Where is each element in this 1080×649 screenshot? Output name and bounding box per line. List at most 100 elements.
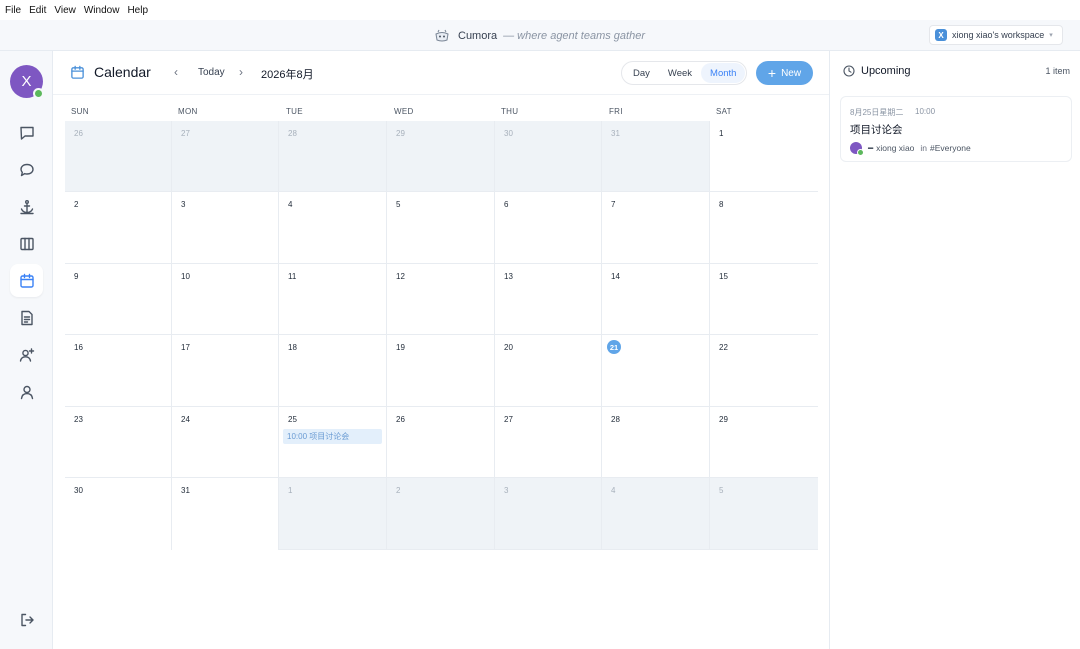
view-day-button[interactable]: Day [624,63,659,83]
day-cell[interactable]: 4 [602,478,710,550]
day-cell[interactable]: 4 [279,192,387,264]
day-cell[interactable]: 1 [279,478,387,550]
app-tagline: — where agent teams gather [503,29,645,42]
day-cell[interactable]: 10 [172,264,279,335]
weekday-sat: SAT [716,107,732,116]
day-cell[interactable]: 2 [65,192,172,264]
menu-window[interactable]: Window [84,5,120,16]
day-cell[interactable]: 5 [387,192,495,264]
day-cell[interactable]: 24 [172,407,279,478]
day-number: 29 [719,415,728,424]
day-number: 1 [288,486,293,495]
day-cell[interactable]: 26 [387,407,495,478]
view-week-button[interactable]: Week [659,63,701,83]
day-cell[interactable]: 29 [387,121,495,192]
app-title: Cumora — where agent teams gather [434,20,645,51]
rail-profile[interactable] [10,375,43,408]
day-number: 25 [288,415,297,424]
new-event-button[interactable]: + New [756,61,813,85]
weekday-wed: WED [394,107,414,116]
rail-anchor[interactable] [10,190,43,223]
day-cell[interactable]: 27 [172,121,279,192]
day-number: 28 [288,129,297,138]
day-cell[interactable]: 6 [495,192,602,264]
day-cell[interactable]: 21 [602,335,710,407]
menu-file[interactable]: File [5,5,21,16]
day-number: 7 [611,200,616,209]
rail-messages[interactable] [10,116,43,149]
day-number: 1 [719,129,724,138]
rail-documents[interactable] [10,301,43,334]
menu-help[interactable]: Help [127,5,148,16]
day-cell[interactable]: 22 [710,335,818,407]
view-month-button[interactable]: Month [701,63,746,83]
day-cell[interactable]: 17 [172,335,279,407]
day-cell[interactable]: 9 [65,264,172,335]
day-number: 12 [396,272,405,281]
day-cell[interactable]: 18 [279,335,387,407]
menu-view[interactable]: View [54,5,76,16]
day-cell[interactable]: 3 [172,192,279,264]
day-number: 9 [74,272,79,281]
channel-name[interactable]: #Everyone [930,143,971,153]
day-cell[interactable]: 15 [710,264,818,335]
day-cell[interactable]: 16 [65,335,172,407]
logout-button[interactable] [10,603,43,636]
day-cell[interactable]: 1 [710,121,818,192]
day-cell[interactable]: 5 [710,478,818,550]
user-avatar[interactable]: X [10,65,44,99]
app-name: Cumora [458,29,498,42]
upcoming-title: Upcoming [861,65,911,77]
day-number: 24 [181,415,190,424]
upcoming-event-date: 8月25日星期二 [850,108,904,117]
rail-calendar[interactable] [10,264,43,297]
day-cell[interactable]: 26 [65,121,172,192]
upcoming-event-card[interactable]: 8月25日星期二 10:00 项目讨论会 ━ xiong xiao in #Ev… [840,96,1072,162]
calendar-icon [19,273,34,288]
day-cell[interactable]: 7 [602,192,710,264]
day-number: 2 [74,200,79,209]
day-cell[interactable]: 14 [602,264,710,335]
day-number: 8 [719,200,724,209]
day-cell[interactable]: 31 [602,121,710,192]
chevron-left-icon[interactable]: ‹ [174,65,178,79]
day-number: 23 [74,415,83,424]
day-number: 4 [288,200,293,209]
event-chip[interactable]: 10:00 项目讨论会 [283,429,382,444]
day-cell[interactable]: 19 [387,335,495,407]
chat-bubble-icon [19,163,34,176]
rail-chat[interactable] [10,153,43,186]
day-number: 28 [611,415,620,424]
dash-icon: ━ [868,142,874,153]
view-switcher: Day Week Month [621,61,747,85]
day-number: 19 [396,343,405,352]
day-cell[interactable]: 30 [65,478,172,550]
day-cell[interactable]: 20 [495,335,602,407]
rail-board[interactable] [10,227,43,260]
left-rail: X [0,51,53,649]
day-cell[interactable]: 12 [387,264,495,335]
today-button[interactable]: Today [198,67,225,78]
day-cell[interactable]: 28 [602,407,710,478]
day-cell[interactable]: 13 [495,264,602,335]
online-status-dot [857,149,864,156]
day-cell[interactable]: 29 [710,407,818,478]
day-cell[interactable]: 23 [65,407,172,478]
calendar-icon [71,65,84,79]
rail-invite[interactable] [10,338,43,371]
day-cell[interactable]: 30 [495,121,602,192]
day-cell[interactable]: 11 [279,264,387,335]
workspace-switcher[interactable]: X xiong xiao's workspace ▾ [929,25,1063,45]
day-cell[interactable]: 25 10:00 项目讨论会 [279,407,387,478]
day-cell[interactable]: 31 [172,478,279,550]
channel-preposition: in [920,143,928,153]
day-number: 30 [504,129,513,138]
weekday-sun: SUN [71,107,89,116]
day-cell[interactable]: 3 [495,478,602,550]
chevron-right-icon[interactable]: › [239,65,243,79]
day-cell[interactable]: 27 [495,407,602,478]
day-cell[interactable]: 2 [387,478,495,550]
menu-edit[interactable]: Edit [29,5,46,16]
day-cell[interactable]: 28 [279,121,387,192]
day-cell[interactable]: 8 [710,192,818,264]
